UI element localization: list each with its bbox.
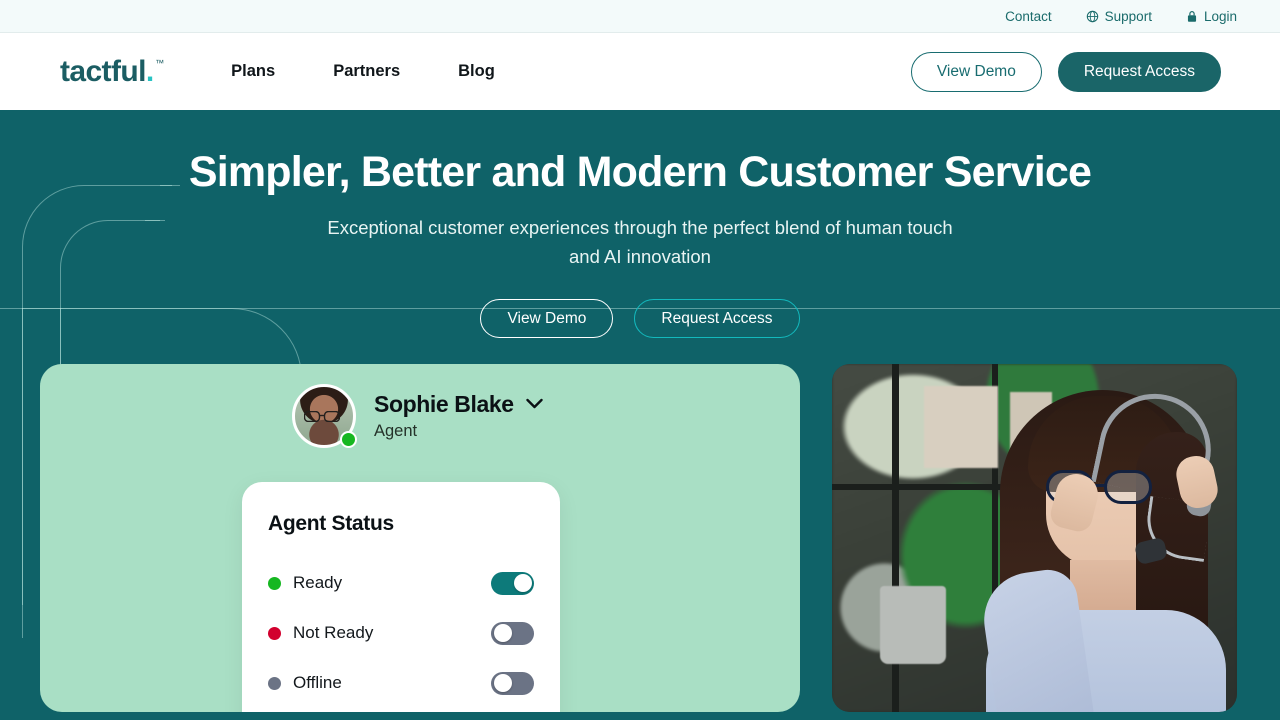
utility-link-label: Contact (1005, 8, 1052, 24)
hero-cta-group: View Demo Request Access (0, 299, 1280, 339)
photo-plant-pot (880, 586, 946, 665)
brand-logo[interactable]: tactful . ™ (60, 55, 164, 89)
nav-item-blog[interactable]: Blog (429, 62, 524, 81)
agent-preview-card: Sophie Blake Agent Agent Status Ready No… (40, 364, 800, 713)
photo-person (950, 374, 1237, 713)
hero-request-access-button[interactable]: Request Access (634, 299, 800, 339)
status-row-ready: Ready (268, 558, 534, 608)
agent-header: Sophie Blake Agent (40, 364, 800, 449)
showcase: Sophie Blake Agent Agent Status Ready No… (0, 338, 1280, 713)
toggle-knob (493, 624, 512, 643)
status-dot-not-ready (268, 626, 281, 640)
status-label: Ready (293, 573, 343, 593)
chevron-down-icon[interactable] (525, 396, 543, 414)
view-demo-button[interactable]: View Demo (910, 51, 1042, 92)
presence-dot (340, 431, 357, 449)
glasses-lens-right (1104, 470, 1152, 505)
agent-status-rows: Ready Not Ready Offline (268, 558, 534, 708)
agent-name: Sophie Blake (374, 391, 514, 418)
agent-name-row: Sophie Blake (374, 391, 543, 418)
logo-dot: . (145, 54, 155, 88)
avatar (292, 384, 357, 449)
status-label: Offline (293, 673, 342, 693)
main-navigation: tactful . ™ Plans Partners Blog View Dem… (0, 33, 1280, 110)
avatar-glasses-icon (304, 411, 340, 423)
nav-item-plans[interactable]: Plans (202, 62, 304, 81)
status-toggle-ready[interactable] (491, 571, 534, 595)
toggle-knob (513, 574, 532, 593)
hero-subtitle: Exceptional customer experiences through… (0, 213, 1280, 271)
lock-icon (1186, 10, 1198, 23)
logo-trademark: ™ (155, 57, 165, 68)
status-label: Not Ready (293, 623, 374, 643)
request-access-button[interactable]: Request Access (1057, 51, 1221, 92)
globe-icon (1086, 10, 1099, 23)
status-toggle-offline[interactable] (491, 671, 534, 695)
utility-link-login[interactable]: Login (1186, 9, 1237, 24)
status-toggle-not-ready[interactable] (491, 621, 534, 645)
hero-title: Simpler, Better and Modern Customer Serv… (188, 148, 1092, 196)
utility-link-contact[interactable]: Contact (1005, 9, 1052, 24)
hero-subtitle-line-2: and AI innovation (569, 246, 711, 268)
utility-link-label: Login (1203, 8, 1237, 24)
utility-link-label: Support (1104, 8, 1152, 24)
status-dot-ready (268, 576, 281, 590)
nav-actions: View Demo Request Access (910, 51, 1221, 92)
agent-status-title: Agent Status (268, 512, 394, 536)
agent-role: Agent (374, 422, 418, 441)
hero-subtitle-line-1: Exceptional customer experiences through… (327, 217, 953, 239)
status-row-not-ready: Not Ready (268, 608, 534, 658)
status-row-offline: Offline (268, 658, 534, 708)
hero-view-demo-button[interactable]: View Demo (480, 299, 614, 339)
agent-photo (832, 364, 1237, 713)
agent-status-panel: Agent Status Ready Not Ready Offline (242, 482, 560, 713)
agent-identity: Sophie Blake Agent (374, 391, 543, 441)
nav-links: Plans Partners Blog (202, 62, 524, 81)
hero-section: Simpler, Better and Modern Customer Serv… (0, 110, 1280, 720)
status-dot-offline (268, 676, 281, 690)
logo-wordmark: tactful (60, 54, 146, 88)
utility-link-support[interactable]: Support (1086, 9, 1152, 24)
nav-item-partners[interactable]: Partners (304, 62, 429, 81)
toggle-knob (493, 674, 512, 693)
utility-bar: Contact Support Login (0, 0, 1280, 33)
